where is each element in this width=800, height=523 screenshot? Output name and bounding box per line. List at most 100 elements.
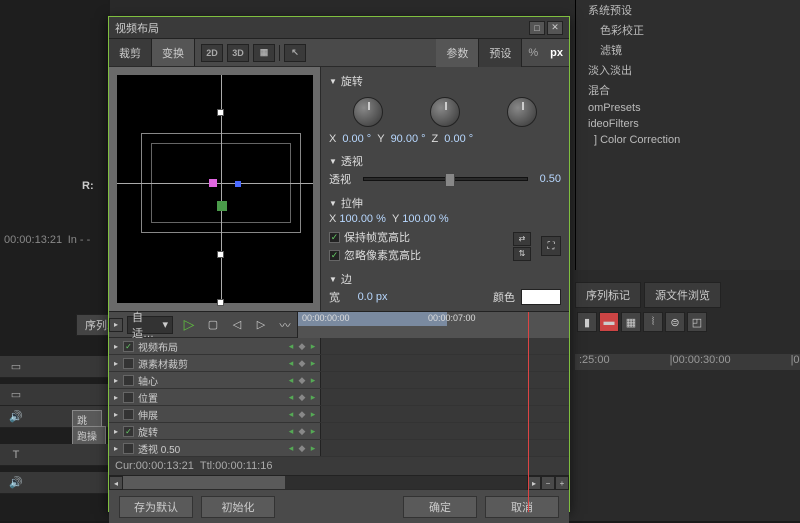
tab-presets[interactable]: 预设 — [479, 39, 522, 67]
add-key-icon[interactable]: ◆ — [297, 409, 307, 420]
tree-item[interactable]: 系统预设 — [576, 0, 800, 20]
kf-enable-checkbox[interactable] — [123, 392, 134, 403]
kf-enable-checkbox[interactable] — [123, 358, 134, 369]
kf-row[interactable]: ▸伸展◂◆▸ — [109, 406, 569, 423]
tool-icon[interactable]: ▬ — [599, 312, 619, 332]
kf-row[interactable]: ▸源素材裁剪◂◆▸ — [109, 355, 569, 372]
section-rotation[interactable]: ▼旋转 — [329, 71, 561, 91]
kf-row[interactable]: ▸透视 0.50◂◆▸ — [109, 440, 569, 457]
next-key-icon[interactable]: ▸ — [308, 341, 318, 352]
perspective-value[interactable]: 0.50 — [540, 173, 561, 185]
kf-enable-checkbox[interactable] — [123, 426, 134, 437]
rot-z-value[interactable]: 0.00 ° — [444, 133, 473, 145]
keyframe-ruler[interactable]: 00:00:00:00 00:00:07:00 — [297, 312, 569, 338]
kf-track[interactable] — [321, 423, 569, 439]
tab-markers[interactable]: 序列标记 — [575, 282, 641, 308]
rot-y-value[interactable]: 90.00 ° — [391, 133, 426, 145]
add-key-icon[interactable]: ◆ — [297, 392, 307, 403]
timeline-ruler[interactable]: :25:00|00:00:30:00|00:00:35:00 — [575, 354, 800, 370]
scroll-right-icon[interactable]: ▸ — [527, 476, 541, 490]
prev-key-icon[interactable]: ◂ — [286, 426, 296, 437]
expand-icon[interactable]: ▸ — [109, 376, 123, 385]
section-stretch[interactable]: ▼拉伸 — [329, 193, 561, 213]
tree-item[interactable]: 滤镜 — [576, 40, 800, 60]
tree-item[interactable]: ] Color Correction — [576, 132, 800, 148]
kf-track[interactable] — [321, 372, 569, 388]
next-key-icon[interactable]: ▸ — [308, 392, 318, 403]
tool-icon[interactable]: ◰ — [687, 312, 707, 332]
tree-item[interactable]: 混合 — [576, 80, 800, 100]
tree-item[interactable]: 色彩校正 — [576, 20, 800, 40]
section-perspective[interactable]: ▼透视 — [329, 151, 561, 171]
kf-enable-checkbox[interactable] — [123, 341, 134, 352]
timeline-clip[interactable]: 跑操 — [72, 426, 106, 445]
kf-track[interactable] — [321, 338, 569, 354]
edge-width-value[interactable]: 0.0 px — [358, 291, 388, 303]
expand-icon[interactable]: ▸ — [109, 393, 123, 402]
prev-key-icon[interactable]: ◂ — [286, 443, 296, 454]
expand-button[interactable]: □ — [529, 21, 545, 35]
slider-thumb[interactable] — [445, 173, 455, 187]
kf-enable-checkbox[interactable] — [123, 409, 134, 420]
fit-icon[interactable]: ⛶ — [541, 236, 561, 256]
graph-icon[interactable]: 〰 — [274, 316, 296, 334]
initialize-button[interactable]: 初始化 — [201, 496, 275, 518]
flip-v-icon[interactable]: ⇅ — [513, 247, 531, 261]
kf-enable-checkbox[interactable] — [123, 443, 134, 454]
flip-h-icon[interactable]: ⇄ — [513, 232, 531, 246]
kf-track[interactable] — [321, 406, 569, 422]
pointer-icon[interactable]: ↖ — [284, 44, 306, 62]
kf-row[interactable]: ▸旋转◂◆▸ — [109, 423, 569, 440]
expand-icon[interactable]: ▸ — [109, 410, 123, 419]
tool-icon[interactable]: ⊜ — [665, 312, 685, 332]
expand-icon[interactable]: ▸ — [109, 427, 123, 436]
mic-icon[interactable]: ▮ — [577, 312, 597, 332]
prev-key-icon[interactable]: ◂ — [286, 358, 296, 369]
knob-y[interactable] — [430, 97, 460, 127]
anchor-marker[interactable] — [209, 179, 217, 187]
handle[interactable] — [217, 299, 224, 306]
expand-icon[interactable]: ▸ — [109, 342, 123, 351]
add-key-icon[interactable]: ◆ — [297, 443, 307, 454]
tab-transform[interactable]: 变换 — [152, 39, 195, 66]
prev-key-icon[interactable]: ◂ — [286, 341, 296, 352]
kf-track[interactable] — [321, 355, 569, 371]
y-marker[interactable] — [217, 201, 227, 211]
next-key-icon[interactable]: ▸ — [308, 443, 318, 454]
tab-crop[interactable]: 裁剪 — [109, 39, 152, 66]
ignore-par-checkbox[interactable] — [329, 250, 340, 261]
ok-button[interactable]: 确定 — [403, 496, 477, 518]
tree-item[interactable]: ideoFilters — [576, 116, 800, 132]
add-key-icon[interactable]: ◆ — [297, 375, 307, 386]
rot-x-value[interactable]: 0.00 ° — [342, 133, 371, 145]
preview-canvas[interactable] — [117, 75, 313, 303]
prev-key-icon[interactable]: ◁ — [226, 316, 248, 334]
add-key-icon[interactable]: ◆ — [297, 341, 307, 352]
add-key-icon[interactable]: ◆ — [297, 426, 307, 437]
mode-3d-button[interactable]: 3D — [227, 44, 249, 62]
zoom-out-icon[interactable]: − — [541, 476, 555, 490]
prev-key-icon[interactable]: ◂ — [286, 409, 296, 420]
tool-icon[interactable]: ▦ — [621, 312, 641, 332]
next-key-icon[interactable]: ▸ — [308, 409, 318, 420]
prev-key-icon[interactable]: ◂ — [286, 375, 296, 386]
tab-browse[interactable]: 源文件浏览 — [644, 282, 721, 308]
close-button[interactable]: ✕ — [547, 21, 563, 35]
dialog-titlebar[interactable]: 视频布局 □ ✕ — [109, 17, 569, 39]
collapse-icon[interactable]: ▸ — [109, 318, 123, 332]
expand-icon[interactable]: ▸ — [109, 359, 123, 368]
kf-track[interactable] — [321, 440, 569, 456]
scroll-left-icon[interactable]: ◂ — [109, 476, 123, 490]
stretch-y-value[interactable]: 100.00 % — [402, 213, 448, 225]
knob-z[interactable] — [507, 97, 537, 127]
fit-combo[interactable]: 自适…▾ — [127, 316, 173, 334]
mode-2d-button[interactable]: 2D — [201, 44, 223, 62]
tree-item[interactable]: 淡入淡出 — [576, 60, 800, 80]
add-key-icon[interactable]: ◆ — [297, 358, 307, 369]
next-key-icon[interactable]: ▸ — [308, 358, 318, 369]
zoom-in-icon[interactable]: + — [555, 476, 569, 490]
keep-aspect-checkbox[interactable] — [329, 232, 340, 243]
kf-row[interactable]: ▸轴心◂◆▸ — [109, 372, 569, 389]
stretch-x-value[interactable]: 100.00 % — [339, 213, 385, 225]
loop-icon[interactable]: ▢ — [202, 316, 224, 334]
